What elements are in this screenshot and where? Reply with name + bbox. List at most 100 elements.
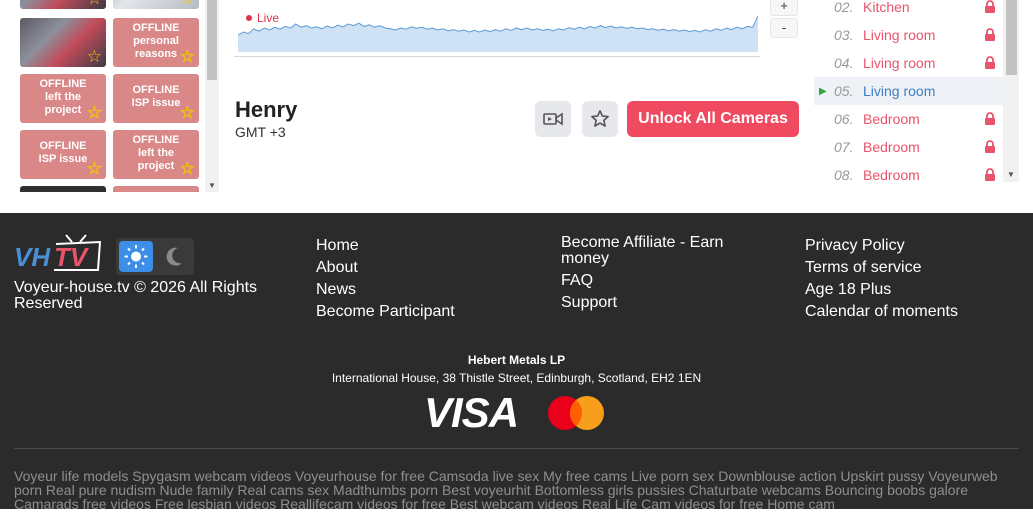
lock-icon	[985, 0, 995, 13]
company-name: Hebert Metals LP	[467, 353, 566, 367]
scrollbar-thumb[interactable]	[1006, 0, 1017, 75]
thumbnail[interactable]: ☆	[20, 0, 106, 9]
room-item[interactable]: 07. Bedroom	[814, 133, 1003, 161]
room-item[interactable]: ▶ 05. Living room	[814, 77, 1003, 105]
lock-icon	[985, 168, 995, 181]
light-theme-button[interactable]	[119, 241, 153, 272]
footer-link-support[interactable]: Support	[561, 295, 761, 311]
star-icon[interactable]: ☆	[180, 160, 195, 177]
scroll-down-icon[interactable]: ▼	[208, 181, 216, 190]
thumbnail-offline[interactable]: OFFLINE ISP issue ☆	[20, 130, 106, 179]
svg-text:TV: TV	[54, 242, 90, 272]
playing-icon: ▶	[819, 86, 827, 97]
thumbnails-scrollbar[interactable]: ▼	[205, 0, 219, 192]
svg-text:VH: VH	[14, 242, 51, 272]
scroll-down-icon[interactable]: ▼	[1007, 170, 1015, 179]
theme-toggle[interactable]	[116, 238, 194, 275]
footer-link-news[interactable]: News	[316, 279, 455, 301]
sun-icon	[124, 245, 148, 268]
unlock-all-cameras-button[interactable]: Unlock All Cameras	[627, 101, 799, 137]
footer-link-participant[interactable]: Become Participant	[316, 301, 455, 323]
zoom-out-button[interactable]: -	[770, 18, 798, 38]
room-list: 02. Kitchen 03. Living room 04. Living room ▶ 0…	[814, 0, 1003, 192]
copyright-text: Voyeur-house.tv © 2026 All Rights Reserv…	[14, 279, 258, 312]
room-label[interactable]: Kitchen	[863, 0, 910, 14]
offline-status: OFFLINE ISP issue	[131, 84, 181, 109]
visa-logo: VISA	[424, 389, 519, 436]
star-icon[interactable]: ☆	[180, 104, 195, 121]
offline-status: OFFLINE ISP issue	[38, 140, 88, 165]
room-label[interactable]: Bedroom	[863, 112, 920, 126]
footer-link-about[interactable]: About	[316, 257, 455, 279]
footer-link-terms[interactable]: Terms of service	[805, 257, 958, 279]
room-label[interactable]: Bedroom	[863, 168, 920, 182]
footer-link-faq[interactable]: FAQ	[561, 273, 761, 289]
room-number: 07.	[834, 139, 854, 155]
lock-icon	[985, 56, 995, 69]
activity-chart	[238, 15, 758, 52]
dark-theme-button[interactable]	[160, 241, 191, 272]
thumbnail-offline[interactable]: OFFLINE personal reasons ☆	[113, 18, 199, 67]
favorite-button[interactable]	[582, 101, 618, 137]
room-number: 04.	[834, 55, 854, 71]
video-button[interactable]	[535, 101, 571, 137]
company-address: International House, 38 Thistle Street, …	[331, 371, 702, 385]
lock-icon	[985, 112, 995, 125]
room-item[interactable]: 06. Bedroom	[814, 105, 1003, 133]
room-item[interactable]: 04. Living room	[814, 49, 1003, 77]
offline-status: OFFLINE personal reasons	[132, 22, 180, 60]
zoom-in-button[interactable]: +	[770, 0, 798, 16]
lock-icon	[985, 28, 995, 41]
room-label[interactable]: Living room	[863, 84, 935, 98]
footer-links-col2: Become Affiliate - Earn money FAQ Suppor…	[561, 235, 761, 311]
room-number: 02.	[834, 0, 854, 15]
participant-timezone: GMT +3	[235, 124, 286, 140]
site-footer: VH TV Voyeur-house.tv © 2026 All Rights …	[0, 213, 1033, 512]
room-item[interactable]: 02. Kitchen	[814, 0, 1003, 21]
offline-status: OFFLINE left the project	[39, 78, 87, 116]
star-icon[interactable]: ☆	[87, 160, 102, 177]
footer-link-calendar[interactable]: Calendar of moments	[805, 301, 958, 323]
thumbnail[interactable]: ☆	[20, 18, 106, 67]
footer-link-home[interactable]: Home	[316, 235, 455, 257]
lock-icon	[985, 140, 995, 153]
offline-status: OFFLINE left the project	[132, 134, 180, 172]
room-list-scrollbar[interactable]: ▼	[1003, 0, 1019, 182]
scrollbar-thumb[interactable]	[207, 0, 217, 80]
room-label[interactable]: Living room	[863, 56, 935, 70]
site-logo[interactable]: VH TV	[14, 232, 106, 277]
live-label: Live	[257, 11, 280, 25]
star-icon[interactable]: ☆	[87, 104, 102, 121]
mastercard-logo	[548, 396, 604, 430]
room-number: 03.	[834, 27, 854, 43]
thumbnail-offline[interactable]	[113, 186, 199, 192]
thumbnail-offline[interactable]: OFFLINE left the project ☆	[113, 130, 199, 179]
live-indicator: Live	[246, 11, 279, 25]
chart-area	[238, 16, 758, 52]
moon-icon	[166, 247, 182, 266]
footer-link-privacy[interactable]: Privacy Policy	[805, 235, 958, 257]
live-dot-icon	[246, 15, 252, 21]
camera-thumbnails: ☆ ☆ ☆ OFFLINE personal reasons☆ OFFLINE …	[15, 0, 205, 192]
room-item[interactable]: 08. Bedroom	[814, 161, 1003, 189]
star-icon[interactable]: ☆	[180, 48, 195, 65]
footer-links-col1: Home About News Become Participant	[316, 235, 455, 323]
footer-divider	[14, 448, 1019, 449]
footer-link-age[interactable]: Age 18 Plus	[805, 279, 958, 301]
thumbnail-offline[interactable]: OFFLINE left the project ☆	[20, 74, 106, 123]
footer-tags: Voyeur life models Spygasm webcam videos…	[14, 468, 998, 512]
room-number: 06.	[834, 111, 854, 127]
star-icon[interactable]: ☆	[87, 48, 102, 65]
thumbnail[interactable]: ☆	[113, 0, 199, 9]
thumbnail[interactable]	[20, 186, 106, 192]
vhtv-logo: VH TV	[14, 234, 102, 272]
star-icon[interactable]: ☆	[87, 0, 102, 7]
room-item[interactable]: 03. Living room	[814, 21, 1003, 49]
footer-link-affiliate[interactable]: Become Affiliate - Earn money	[561, 235, 761, 267]
footer-links-col3: Privacy Policy Terms of service Age 18 P…	[805, 235, 958, 323]
star-icon[interactable]: ☆	[180, 0, 195, 7]
room-label[interactable]: Living room	[863, 28, 935, 42]
room-label[interactable]: Bedroom	[863, 140, 920, 154]
thumbnail-offline[interactable]: OFFLINE ISP issue ☆	[113, 74, 199, 123]
camera-viewer: ☆ ☆ ☆ OFFLINE personal reasons☆ OFFLINE …	[0, 0, 1033, 213]
